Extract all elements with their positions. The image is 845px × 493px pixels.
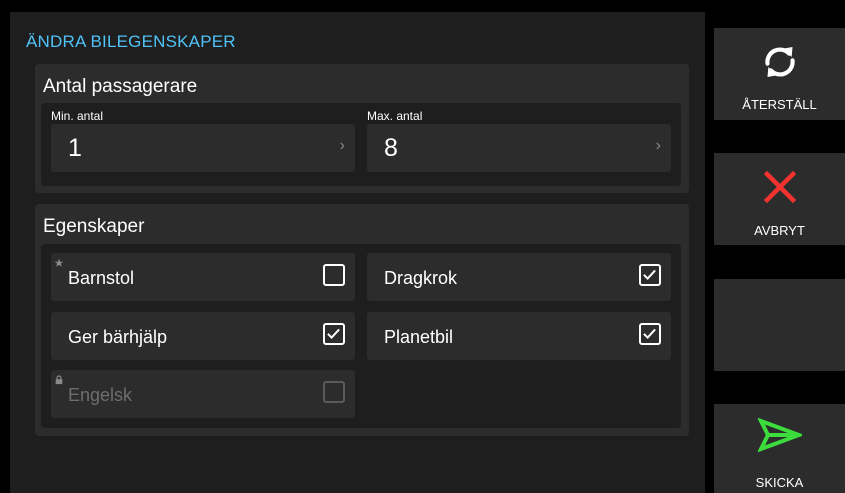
min-count-button[interactable]: 1 › <box>51 124 355 172</box>
feature-dragkrok[interactable]: Dragkrok <box>367 253 671 301</box>
checkmark-icon <box>327 328 340 340</box>
checkbox-disabled <box>323 381 345 403</box>
chevron-right-icon: › <box>655 137 661 154</box>
feature-label: Dragkrok <box>384 268 458 288</box>
empty-button-slot <box>714 279 845 371</box>
checkbox-unchecked[interactable] <box>323 264 345 286</box>
feature-label: Ger bärhjälp <box>68 327 168 347</box>
features-group: Barnstol Dragkrok Ger bärhjälp Planetbil <box>41 244 681 428</box>
max-count-button[interactable]: 8 › <box>367 124 671 172</box>
checkbox-checked[interactable] <box>639 264 661 286</box>
cancel-label: AVBRYT <box>754 223 805 238</box>
feature-label: Barnstol <box>68 268 135 288</box>
checkmark-icon <box>643 269 656 281</box>
cancel-button[interactable]: AVBRYT <box>714 153 845 245</box>
send-label: SKICKA <box>755 475 804 490</box>
checkbox-checked[interactable] <box>639 323 661 345</box>
edit-car-properties-screen: ÄNDRA BILEGENSKAPER Antal passagerare Mi… <box>10 12 705 493</box>
feature-label: Planetbil <box>384 327 454 347</box>
min-count-label: Min. antal <box>51 109 104 123</box>
checkbox-checked[interactable] <box>323 323 345 345</box>
checkmark-icon <box>643 328 656 340</box>
max-count-label: Max. antal <box>367 109 423 123</box>
reset-label: ÅTERSTÄLL <box>742 97 817 112</box>
star-icon <box>54 258 64 267</box>
passenger-heading: Antal passagerare <box>43 76 198 97</box>
feature-planetbil[interactable]: Planetbil <box>367 312 671 360</box>
features-panel: Egenskaper Barnstol Dragkrok Ger bärhjäl… <box>35 204 689 436</box>
feature-ger-barhjalp[interactable]: Ger bärhjälp <box>51 312 355 360</box>
max-count-value: 8 <box>384 134 398 162</box>
feature-engelsk: Engelsk <box>51 370 355 418</box>
min-count-value: 1 <box>68 134 82 162</box>
refresh-icon <box>764 47 795 77</box>
send-button[interactable]: SKICKA <box>714 404 845 493</box>
passenger-panel: Antal passagerare Min. antal 1 › Max. an… <box>35 64 689 193</box>
send-icon <box>757 418 802 452</box>
page-title: ÄNDRA BILEGENSKAPER <box>26 32 236 51</box>
close-icon <box>763 170 796 204</box>
feature-label: Engelsk <box>68 385 133 405</box>
lock-icon <box>55 375 63 385</box>
feature-barnstol[interactable]: Barnstol <box>51 253 355 301</box>
passenger-count-group: Min. antal 1 › Max. antal 8 › <box>41 103 681 186</box>
features-heading: Egenskaper <box>43 216 145 237</box>
chevron-right-icon: › <box>339 137 345 154</box>
reset-button[interactable]: ÅTERSTÄLL <box>714 28 845 120</box>
